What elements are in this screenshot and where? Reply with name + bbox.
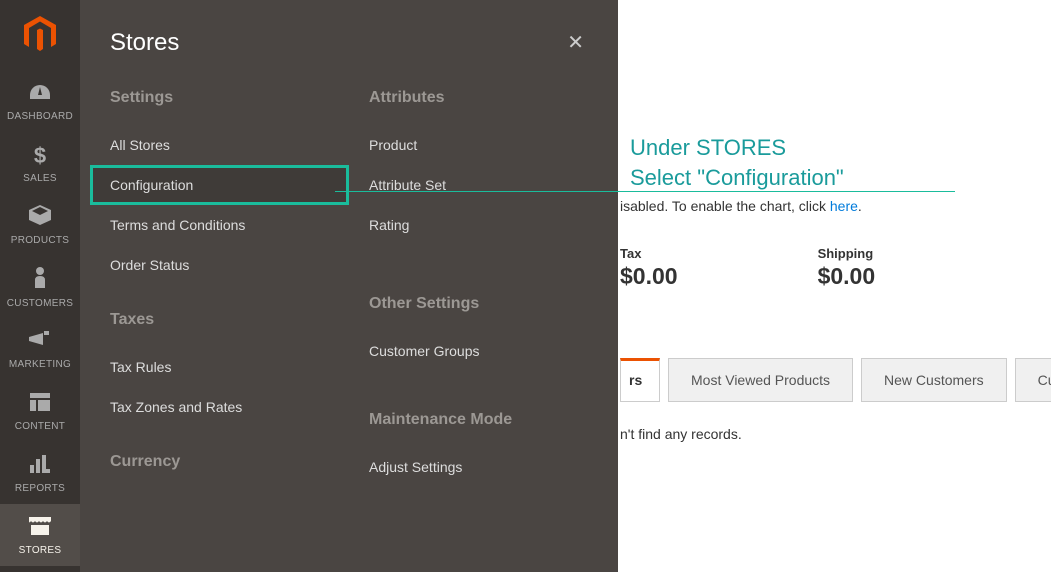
link-terms[interactable]: Terms and Conditions [110, 205, 329, 245]
flyout-col-right: Attributes Product Attribute Set Rating … [349, 89, 608, 489]
settings-heading: Settings [110, 89, 329, 107]
tab-label: Custo [1038, 372, 1051, 388]
annotation-line1: Under STORES [630, 133, 844, 163]
currency-heading: Currency [110, 453, 329, 471]
nav-label: CUSTOMERS [7, 298, 73, 309]
annotation-line2: Select "Configuration" [630, 163, 844, 193]
empty-records-message: n't find any records. [620, 426, 742, 442]
tab-bestsellers-partial[interactable]: rs [620, 358, 660, 402]
chart-msg-suffix: . [858, 198, 862, 214]
link-configuration[interactable]: Configuration [90, 165, 349, 205]
stat-tax-label: Tax [620, 246, 678, 261]
tab-new-customers[interactable]: New Customers [861, 358, 1007, 402]
nav-label: STORES [19, 545, 62, 556]
link-tax-zones[interactable]: Tax Zones and Rates [110, 387, 329, 427]
nav-reports[interactable]: REPORTS [0, 442, 80, 504]
link-attribute-set[interactable]: Attribute Set [369, 165, 588, 205]
admin-sidebar: DASHBOARD $ SALES PRODUCTS CUSTOMERS MAR… [0, 0, 80, 572]
link-product[interactable]: Product [369, 125, 588, 165]
nav-label: SALES [23, 173, 57, 184]
nav-dashboard[interactable]: DASHBOARD [0, 70, 80, 132]
close-icon: ✕ [567, 32, 584, 54]
nav-marketing[interactable]: MARKETING [0, 318, 80, 380]
flyout-title: Stores [110, 29, 179, 57]
nav-label: REPORTS [15, 483, 65, 494]
stat-tax: Tax $0.00 [620, 246, 678, 290]
magento-logo-icon [24, 16, 56, 54]
nav-customers[interactable]: CUSTOMERS [0, 256, 80, 318]
chart-enable-link[interactable]: here [830, 198, 858, 214]
link-adjust-settings[interactable]: Adjust Settings [369, 447, 588, 487]
dollar-icon: $ [34, 143, 46, 169]
stat-shipping: Shipping $0.00 [818, 246, 876, 290]
tab-label: Most Viewed Products [691, 372, 830, 388]
person-icon [33, 266, 47, 294]
tab-label: rs [629, 372, 642, 388]
dashboard-icon [28, 81, 52, 107]
annotation-pointer-line [335, 191, 955, 192]
flyout-columns: Settings All Stores Configuration Terms … [80, 69, 618, 489]
close-button[interactable]: ✕ [563, 26, 588, 59]
flyout-header: Stores ✕ [80, 0, 618, 69]
nav-label: DASHBOARD [7, 111, 73, 122]
chart-disabled-message: isabled. To enable the chart, click here… [620, 198, 862, 214]
nav-label: CONTENT [15, 421, 65, 432]
other-heading: Other Settings [369, 295, 588, 313]
link-tax-rules[interactable]: Tax Rules [110, 347, 329, 387]
magento-logo[interactable] [0, 0, 80, 70]
chart-msg-text: isabled. To enable the chart, click [620, 198, 830, 214]
flyout-col-left: Settings All Stores Configuration Terms … [90, 89, 349, 489]
stat-shipping-value: $0.00 [818, 263, 876, 290]
store-icon [29, 515, 51, 541]
nav-content[interactable]: CONTENT [0, 380, 80, 442]
nav-label: MARKETING [9, 359, 71, 370]
tab-customers-partial[interactable]: Custo [1015, 358, 1051, 402]
maintenance-heading: Maintenance Mode [369, 411, 588, 429]
link-customer-groups[interactable]: Customer Groups [369, 331, 588, 371]
tab-most-viewed[interactable]: Most Viewed Products [668, 358, 853, 402]
stat-tax-value: $0.00 [620, 263, 678, 290]
layout-icon [30, 391, 50, 417]
bars-icon [30, 453, 50, 479]
nav-sales[interactable]: $ SALES [0, 132, 80, 194]
megaphone-icon [29, 329, 51, 355]
stat-shipping-label: Shipping [818, 246, 876, 261]
link-rating[interactable]: Rating [369, 205, 588, 245]
annotation-text: Under STORES Select "Configuration" [630, 133, 844, 192]
stores-flyout: Stores ✕ Settings All Stores Configurati… [80, 0, 618, 572]
dashboard-tabs: rs Most Viewed Products New Customers Cu… [620, 358, 1051, 402]
nav-products[interactable]: PRODUCTS [0, 194, 80, 256]
nav-stores[interactable]: STORES [0, 504, 80, 566]
link-all-stores[interactable]: All Stores [110, 125, 329, 165]
link-order-status[interactable]: Order Status [110, 245, 329, 285]
tab-label: New Customers [884, 372, 984, 388]
attributes-heading: Attributes [369, 89, 588, 107]
taxes-heading: Taxes [110, 311, 329, 329]
box-icon [29, 205, 51, 231]
nav-label: PRODUCTS [11, 235, 70, 246]
stats-row: Tax $0.00 Shipping $0.00 [620, 246, 875, 290]
